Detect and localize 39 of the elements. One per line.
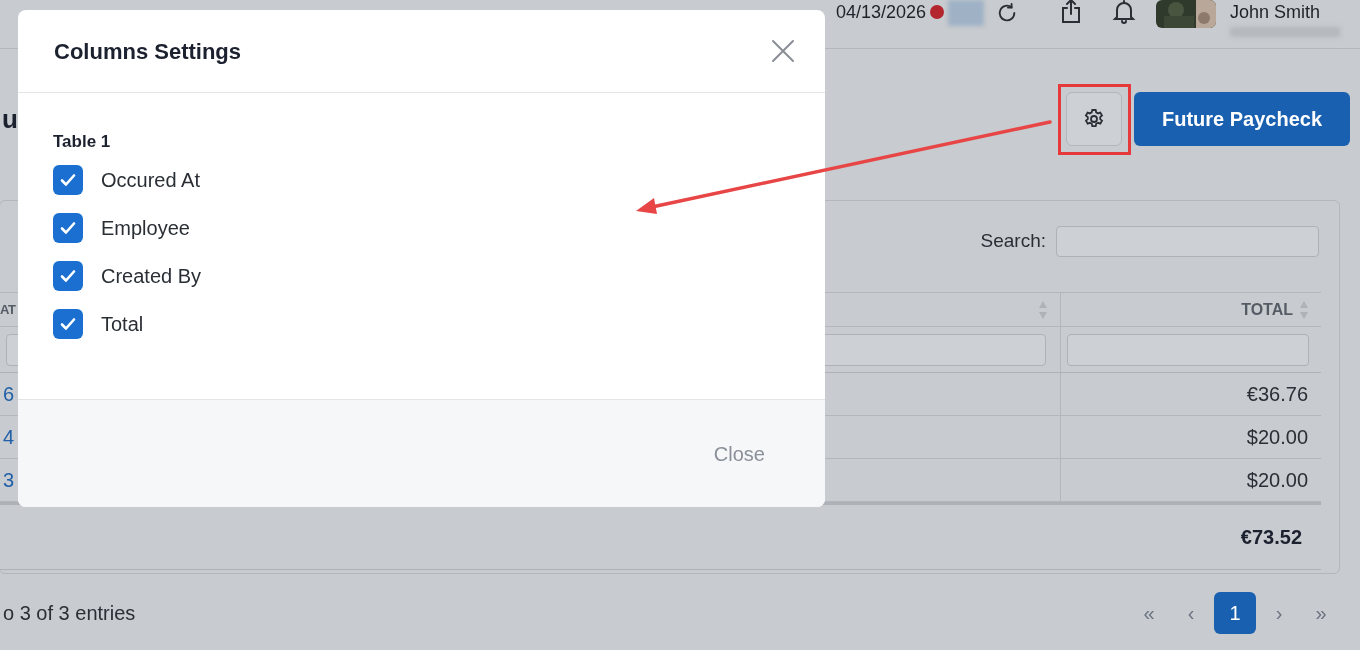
future-paycheck-button[interactable]: Future Paycheck bbox=[1134, 92, 1350, 146]
checkbox-label[interactable]: Total bbox=[101, 308, 144, 339]
section-label: Table 1 bbox=[53, 131, 112, 153]
close-button[interactable]: Close bbox=[713, 438, 765, 469]
entries-info: o 3 of 3 entries bbox=[3, 601, 136, 626]
page-title: u bbox=[2, 102, 18, 136]
page-button[interactable]: » bbox=[1302, 592, 1340, 634]
column-header[interactable]: TOTAL bbox=[1241, 297, 1293, 322]
date-text: 04/13/2026 bbox=[835, 1, 926, 23]
page-button[interactable]: ‹ bbox=[1172, 592, 1210, 634]
checkbox-label[interactable]: Occured At bbox=[101, 164, 200, 195]
footer-total: €73.52 bbox=[1240, 525, 1302, 550]
blurred-field bbox=[948, 0, 984, 26]
modal-title: Columns Settings bbox=[54, 37, 241, 66]
filter-field[interactable] bbox=[1067, 333, 1309, 366]
checkbox[interactable] bbox=[53, 260, 83, 291]
user-name[interactable]: John Smith bbox=[1230, 1, 1340, 23]
column-header[interactable]: AT bbox=[0, 299, 16, 320]
refresh-icon[interactable] bbox=[996, 2, 1018, 24]
search-field[interactable] bbox=[1056, 225, 1319, 257]
row-link[interactable]: 4 bbox=[3, 422, 15, 452]
close-icon[interactable] bbox=[771, 39, 795, 63]
checkbox-label[interactable]: Employee bbox=[101, 212, 190, 243]
bell-icon[interactable] bbox=[1112, 0, 1136, 25]
search-label: Search: bbox=[980, 228, 1046, 253]
table-cell-text: $20.00 bbox=[1246, 425, 1308, 450]
page-button[interactable]: « bbox=[1130, 592, 1168, 634]
row-link[interactable]: 3 bbox=[3, 465, 15, 495]
page-button[interactable]: 1 bbox=[1214, 592, 1256, 634]
table-cell-text: $20.00 bbox=[1246, 468, 1308, 493]
row-link[interactable]: 6 bbox=[3, 379, 15, 409]
table-cell-text: €36.76 bbox=[1246, 382, 1308, 407]
settings-button[interactable] bbox=[1066, 92, 1122, 146]
checkbox-label[interactable]: Created By bbox=[101, 260, 202, 291]
checkbox[interactable] bbox=[53, 308, 83, 339]
checkbox[interactable] bbox=[53, 212, 83, 243]
share-icon[interactable] bbox=[1060, 0, 1082, 24]
page-button[interactable]: › bbox=[1260, 592, 1298, 634]
checkbox[interactable] bbox=[53, 164, 83, 195]
